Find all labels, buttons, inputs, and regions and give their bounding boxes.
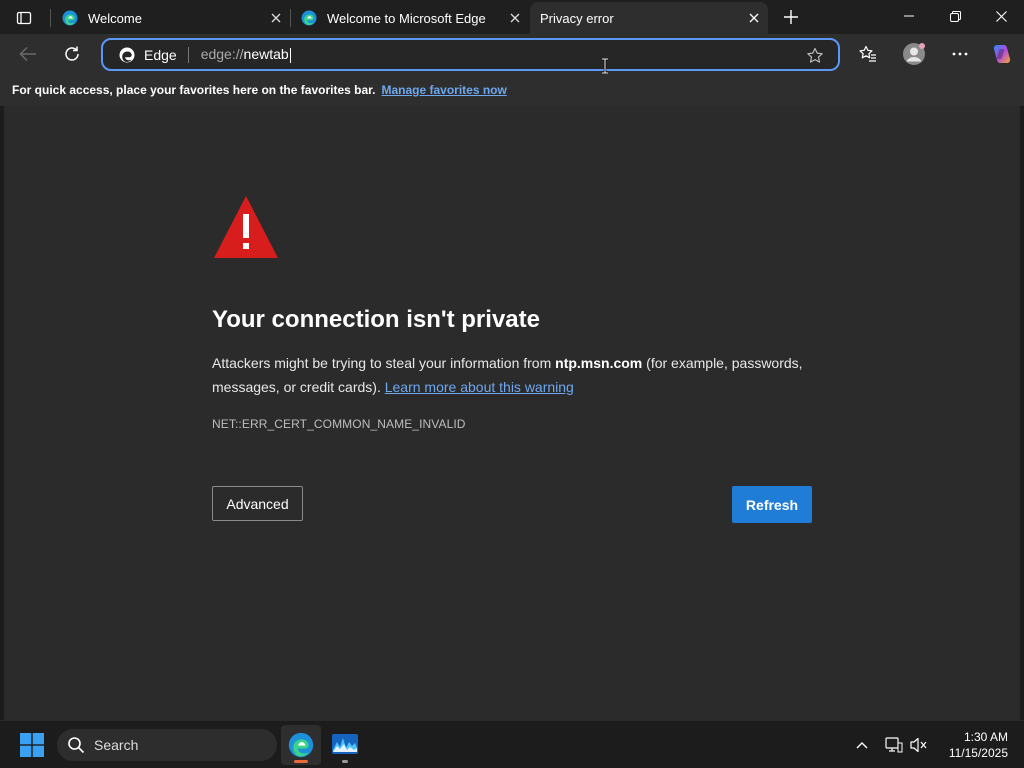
tab-welcome-edge[interactable]: Welcome to Microsoft Edge [291, 2, 529, 34]
favorites-bar-message: For quick access, place your favorites h… [12, 83, 376, 97]
edge-app-icon [288, 732, 314, 758]
restore-icon [949, 10, 961, 22]
close-window-button[interactable] [978, 0, 1024, 32]
page-content: Your connection isn't private Attackers … [4, 106, 1020, 720]
network-status-button[interactable] [884, 735, 904, 755]
taskbar-edge-app[interactable] [281, 725, 321, 765]
refresh-icon [65, 46, 79, 61]
address-divider [187, 46, 189, 63]
tab-close-button[interactable] [744, 8, 764, 28]
url-value: newtab [243, 46, 289, 63]
search-icon [68, 737, 85, 754]
minimize-icon [904, 15, 914, 17]
edge-logo-icon [119, 47, 135, 62]
taskbar: Search 1:30 AM 11/15/2025 [0, 720, 1024, 768]
tab-actions-icon [16, 11, 32, 25]
plus-icon [784, 10, 798, 24]
profile-button[interactable] [901, 41, 927, 67]
tab-close-button[interactable] [266, 8, 286, 28]
error-description: Attackers might be trying to steal your … [212, 351, 812, 399]
more-options-icon [952, 52, 968, 56]
favorites-icon [859, 45, 876, 62]
error-host: ntp.msn.com [555, 355, 643, 371]
active-app-indicator [294, 760, 308, 763]
error-code: NET::ERR_CERT_COMMON_NAME_INVALID [212, 417, 466, 431]
minimize-button[interactable] [886, 0, 932, 32]
close-icon [271, 13, 281, 23]
taskbar-search[interactable]: Search [57, 729, 277, 761]
show-hidden-icons-button[interactable] [852, 735, 872, 755]
advanced-button[interactable]: Advanced [212, 486, 303, 521]
navigation-toolbar: Edge edge://newtab [0, 34, 1024, 74]
clock-time: 1:30 AM [963, 730, 1008, 744]
monitor-app-icon [332, 734, 358, 754]
tab-actions-button[interactable] [8, 6, 40, 30]
taskbar-monitor-app[interactable] [325, 725, 365, 765]
back-arrow-icon [19, 46, 36, 62]
tab-close-button[interactable] [505, 8, 525, 28]
volume-button[interactable] [909, 735, 929, 755]
tab-title: Welcome to Microsoft Edge [327, 10, 486, 26]
settings-more-button[interactable] [947, 41, 973, 67]
edge-favicon-icon [62, 10, 78, 26]
volume-muted-icon [910, 737, 927, 753]
close-icon [995, 10, 1007, 22]
system-clock[interactable]: 1:30 AM 11/15/2025 [930, 729, 1008, 761]
tab-privacy-error[interactable]: Privacy error [530, 2, 768, 34]
text-cursor-icon [602, 58, 608, 74]
address-bar[interactable]: Edge edge://newtab [101, 38, 840, 71]
url-prefix: edge:// [200, 46, 244, 63]
tab-separator [50, 9, 51, 27]
tab-strip: Welcome Welcome to Microsoft Edge Privac… [0, 0, 1024, 34]
refresh-page-button[interactable]: Refresh [732, 486, 812, 523]
tab-welcome[interactable]: Welcome [52, 2, 290, 34]
profile-avatar-icon [903, 43, 925, 65]
description-text-start: Attackers might be trying to steal your … [212, 355, 556, 371]
learn-more-link[interactable]: Learn more about this warning [385, 379, 574, 395]
close-icon [749, 13, 759, 23]
close-icon [510, 13, 520, 23]
network-icon [885, 737, 903, 753]
copilot-button[interactable] [989, 41, 1015, 67]
url-text[interactable]: edge://newtab [201, 46, 291, 63]
site-identity-label: Edge [144, 46, 177, 63]
refresh-button[interactable] [56, 39, 88, 69]
favorites-bar: For quick access, place your favorites h… [0, 74, 1024, 106]
text-caret [289, 47, 291, 63]
edge-favicon-icon [301, 10, 317, 26]
favorite-star-icon[interactable] [806, 47, 824, 65]
new-tab-button[interactable] [778, 5, 804, 29]
warning-triangle-icon [214, 196, 278, 258]
running-app-indicator [342, 760, 348, 763]
search-placeholder: Search [94, 737, 139, 753]
manage-favorites-link[interactable]: Manage favorites now [381, 83, 506, 97]
copilot-icon [993, 45, 1011, 63]
error-heading: Your connection isn't private [212, 306, 540, 333]
windows-start-icon[interactable] [20, 733, 44, 757]
clock-date: 11/15/2025 [948, 746, 1008, 760]
restore-button[interactable] [932, 0, 978, 32]
tab-title: Privacy error [540, 10, 614, 26]
chevron-up-icon [856, 742, 868, 749]
tab-title: Welcome [88, 10, 142, 26]
back-button[interactable] [12, 39, 44, 69]
favorites-button[interactable] [855, 41, 881, 67]
